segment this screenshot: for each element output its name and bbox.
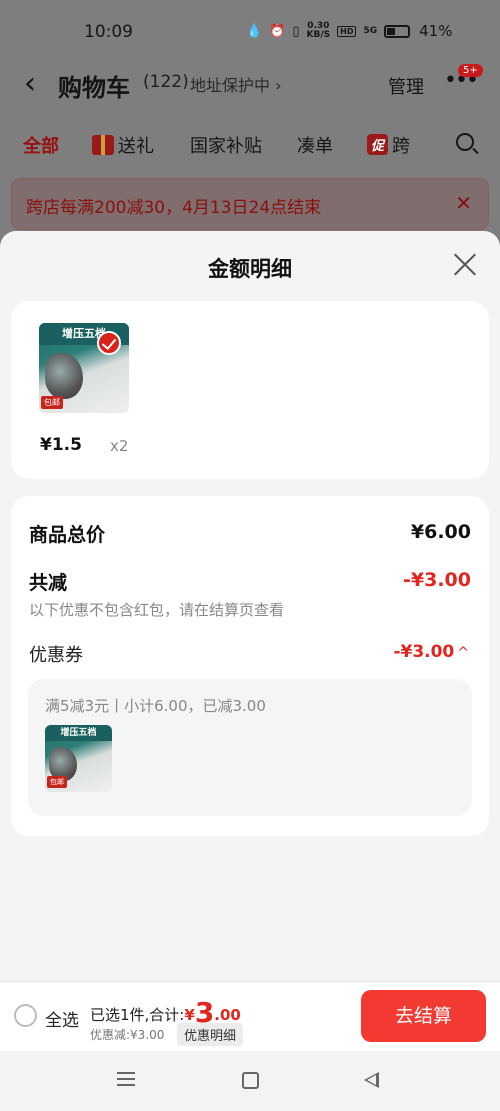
discount-summary: 优惠减:¥3.00 — [90, 1028, 165, 1042]
drop-icon: 💧 — [246, 23, 263, 39]
promo-tag: 促 — [367, 134, 389, 155]
coupon-description: 满5减3元丨小计6.00，已减3.00 — [45, 697, 266, 715]
cart-count: (122) — [143, 72, 189, 92]
page-title: 购物车 — [58, 74, 130, 102]
summary-card: 商品总价 ¥6.00 共减 -¥3.00 以下优惠不包含红包，请在结算页查看 优… — [11, 496, 489, 836]
select-all-label[interactable]: 全选 — [45, 1006, 79, 1031]
notification-badge: 5+ — [458, 64, 483, 77]
back-arrow-icon[interactable]: ‹ — [24, 67, 36, 101]
cart-header: ‹ 购物车 (122) 地址保护中 › 管理 ••• 5+ — [0, 64, 500, 108]
status-bar: 10:09 💧 ⏰ ▯ 0.30 KB/S HD 5G 41% — [0, 0, 500, 64]
shower-head-image — [45, 353, 83, 399]
tab-combine-order[interactable]: 凑单 — [297, 132, 333, 158]
coupon-label: 优惠券 — [29, 645, 83, 666]
promo-text: 跨店每满200减30，4月13日24点结束 — [26, 198, 322, 218]
chevron-up-icon: ^ — [457, 645, 469, 661]
discount-label: 共减 — [29, 572, 68, 594]
gift-icon — [92, 135, 114, 155]
back-triangle-icon[interactable] — [364, 1072, 379, 1088]
free-shipping-tag: 包邮 — [47, 776, 67, 788]
close-icon[interactable]: ✕ — [455, 191, 472, 215]
tab-cross-store[interactable]: 促跨 — [367, 132, 410, 158]
battery-percent: 41% — [419, 22, 453, 40]
tab-all[interactable]: 全部 — [23, 132, 59, 158]
hd-icon: HD — [337, 25, 357, 37]
discount-note: 以下优惠不包含红包，请在结算页查看 — [29, 601, 285, 619]
tab-national-subsidy[interactable]: 国家补贴 — [190, 132, 262, 158]
coupon-toggle[interactable]: -¥3.00 ^ — [393, 642, 469, 662]
alarm-icon: ⏰ — [269, 23, 286, 39]
amount-detail-button[interactable]: 优惠明细 — [177, 1023, 244, 1046]
battery-icon — [384, 24, 411, 38]
item-quantity: x2 — [110, 437, 129, 455]
system-nav-bar — [0, 1051, 500, 1111]
cart-page-background: 10:09 💧 ⏰ ▯ 0.30 KB/S HD 5G 41% ‹ 购物车 (12… — [0, 0, 500, 260]
check-icon — [97, 331, 121, 355]
total-value: ¥6.00 — [410, 521, 471, 543]
vibrate-icon: ▯ — [292, 23, 300, 39]
manage-button[interactable]: 管理 — [388, 73, 424, 99]
close-icon[interactable] — [452, 251, 478, 277]
address-protect-link[interactable]: 地址保护中 › — [190, 72, 282, 96]
checkout-button[interactable]: 去结算 — [361, 990, 486, 1042]
signal-icon: 5G — [363, 25, 378, 36]
total-label: 商品总价 — [29, 524, 106, 546]
status-time: 10:09 — [84, 22, 133, 42]
amount-detail-sheet: 金额明细 增压五档 包邮 ¥1.5 x2 商品总价 ¥6.00 共减 -¥3.0… — [0, 231, 500, 981]
search-icon[interactable] — [456, 133, 474, 151]
sheet-title: 金额明细 — [208, 257, 292, 281]
promo-banner: 跨店每满200减30，4月13日24点结束 ✕ — [11, 178, 489, 230]
home-icon[interactable] — [242, 1072, 259, 1089]
thumb-title: 增压五档 — [45, 725, 112, 741]
coupon-detail-box: 满5减3元丨小计6.00，已减3.00 增压五档 包邮 — [28, 679, 472, 816]
product-thumbnail[interactable]: 增压五档 包邮 — [39, 323, 129, 413]
item-price: ¥1.5 — [40, 435, 82, 455]
status-icons: 💧 ⏰ ▯ 0.30 KB/S HD 5G 41% — [246, 21, 453, 41]
cart-tabs: 全部 送礼 国家补贴 凑单 促跨 — [0, 132, 500, 162]
menu-icon[interactable] — [117, 1072, 135, 1086]
network-speed: 0.30 KB/S — [306, 21, 331, 40]
tab-gift[interactable]: 送礼 — [92, 132, 154, 158]
checkout-bar: 全选 已选1件,合计:¥3.00 优惠减:¥3.00 优惠明细 去结算 — [0, 981, 500, 1051]
select-all-radio[interactable] — [14, 1004, 37, 1027]
discount-value: -¥3.00 — [403, 569, 471, 591]
free-shipping-tag: 包邮 — [41, 396, 63, 409]
item-card: 增压五档 包邮 ¥1.5 x2 — [11, 301, 489, 479]
coupon-product-thumbnail: 增压五档 包邮 — [45, 725, 112, 792]
